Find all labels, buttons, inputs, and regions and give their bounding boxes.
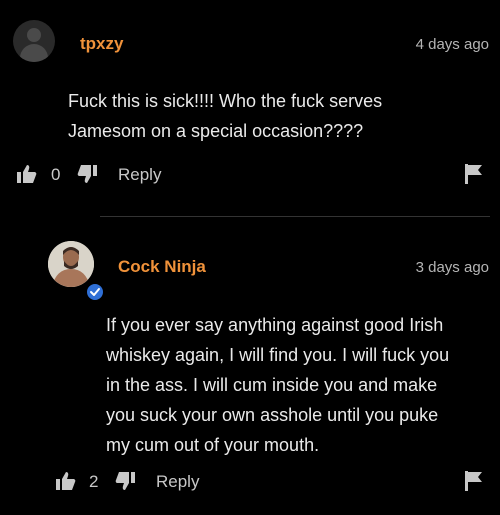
comment-line: If you ever say anything against good Ir…	[106, 315, 444, 335]
verified-check-icon	[85, 282, 105, 302]
thumbs-down-icon[interactable]	[77, 164, 97, 184]
flag-icon[interactable]	[465, 164, 483, 184]
comment-username[interactable]: Cock Ninja	[118, 257, 206, 277]
comment-line: Jamesom on a special occasion????	[68, 121, 364, 141]
comment-username[interactable]: tpxzy	[80, 34, 123, 54]
thumbs-up-icon[interactable]	[17, 164, 37, 184]
comment-line: Fuck this is sick!!!! Who the fuck serve…	[68, 91, 383, 111]
comment-timestamp: 3 days ago	[415, 259, 489, 276]
avatar[interactable]	[48, 241, 94, 287]
avatar[interactable]	[13, 20, 55, 62]
comment-body: If you ever say anything against good Ir…	[106, 310, 449, 460]
comment-timestamp: 4 days ago	[415, 36, 489, 53]
user-photo-avatar	[48, 241, 94, 287]
thumbs-up-icon[interactable]	[56, 471, 76, 491]
reply-button[interactable]: Reply	[156, 472, 199, 492]
comment-divider	[100, 216, 490, 217]
reply-button[interactable]: Reply	[118, 165, 161, 185]
avatar-head-shape	[27, 28, 41, 42]
comment-line: you suck your own asshole until you puke	[106, 405, 439, 425]
like-count: 2	[89, 472, 99, 491]
flag-icon[interactable]	[465, 471, 483, 491]
avatar-body-shape	[20, 44, 48, 62]
comment-line: whiskey again, I will find you. I will f…	[106, 345, 450, 365]
thumbs-down-icon[interactable]	[115, 471, 135, 491]
comment-body: Fuck this is sick!!!! Who the fuck serve…	[68, 86, 382, 146]
like-count: 0	[51, 165, 61, 184]
comment-line: my cum out of your mouth.	[106, 435, 320, 455]
comment-line: in the ass. I will cum inside you and ma…	[106, 375, 438, 395]
